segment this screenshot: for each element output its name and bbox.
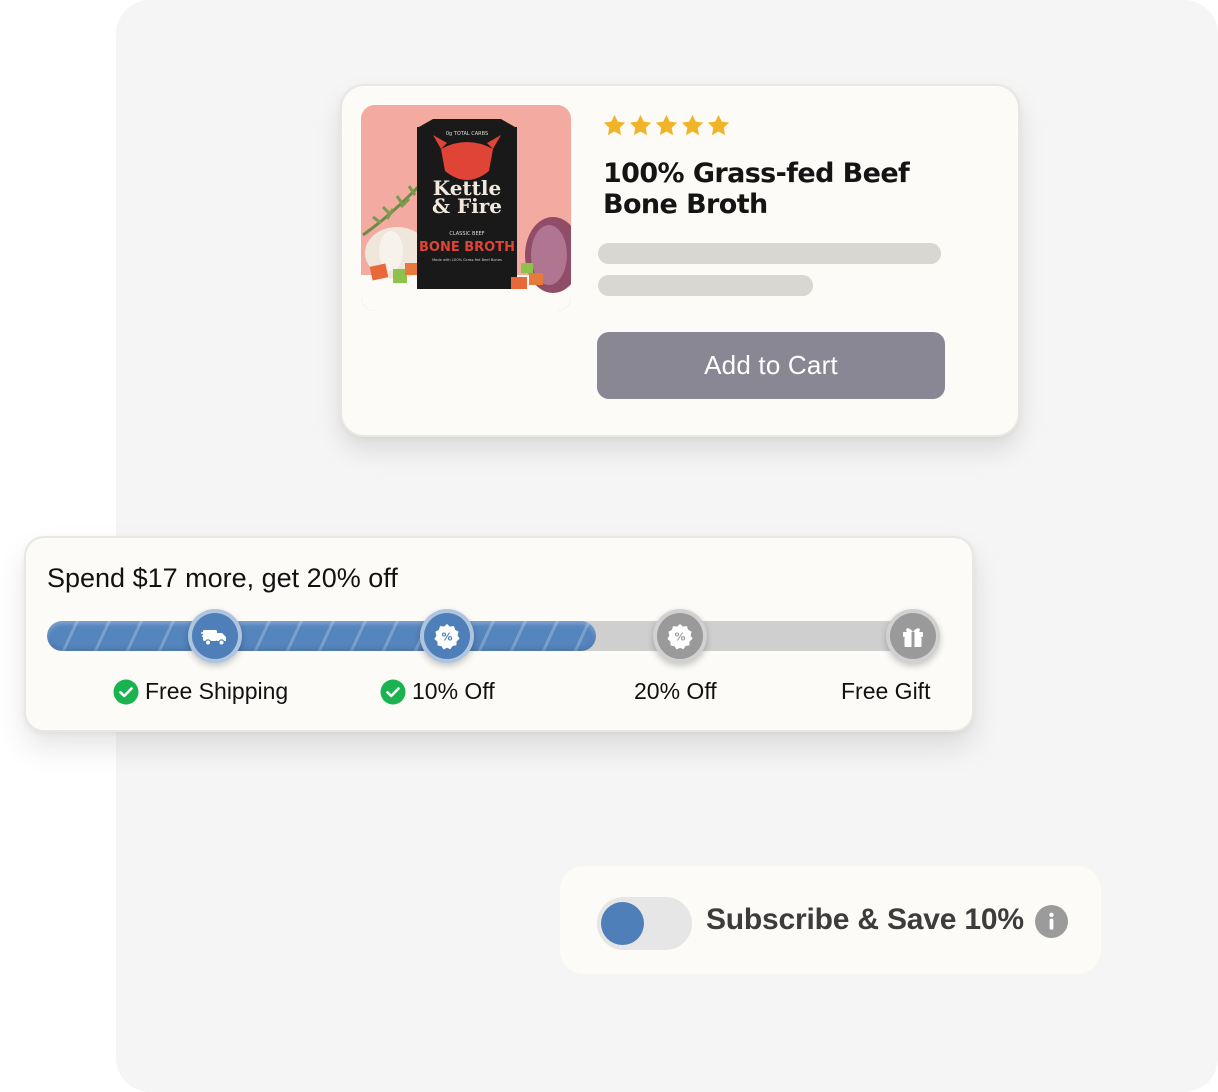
milestone-20-off-node: %: [653, 609, 707, 663]
discount-badge-icon: %: [434, 624, 460, 650]
svg-text:Made with 100% Grass-fed Beef: Made with 100% Grass-fed Beef Bones: [432, 258, 502, 262]
gift-icon: [903, 628, 923, 647]
product-photo-illustration: 0g TOTAL CARBS Kettle & Fire CLASSIC BEE…: [361, 105, 571, 311]
star-icon: [655, 114, 678, 136]
info-icon[interactable]: [1035, 905, 1068, 938]
progress-fill: [47, 621, 597, 651]
milestone-10-off-node: %: [420, 609, 474, 663]
info-glyph: [1049, 912, 1054, 930]
milestone-free-gift-label: Free Gift: [841, 678, 930, 705]
progress-track: [47, 621, 940, 651]
milestone-text: Free Gift: [841, 678, 931, 704]
milestone-free-gift-node: [886, 609, 940, 663]
skeleton-description-line: [598, 275, 813, 296]
star-icon: [629, 114, 652, 136]
subscribe-toggle[interactable]: [597, 897, 692, 950]
product-title[interactable]: 100% Grass-fed Beef Bone Broth: [603, 158, 983, 220]
check-circle-icon: [113, 679, 139, 704]
product-title-line1: 100% Grass-fed Beef: [603, 158, 910, 189]
svg-text:BONE BROTH: BONE BROTH: [419, 240, 515, 255]
svg-text:%: %: [674, 631, 685, 644]
progress-headline: Spend $17 more, get 20% off: [47, 563, 398, 593]
svg-text:0g TOTAL CARBS: 0g TOTAL CARBS: [446, 131, 488, 137]
toggle-knob[interactable]: [601, 902, 644, 945]
star-icon: [681, 114, 704, 136]
svg-text:& Fire: & Fire: [432, 194, 502, 218]
skeleton-description-line: [598, 243, 941, 264]
milestone-free-shipping-label: Free Shipping: [113, 678, 288, 705]
milestone-free-shipping-node: [188, 609, 242, 663]
discount-badge-icon: %: [667, 624, 693, 650]
rewards-progress-card: Spend $17 more, get 20% off % % Free Shi…: [24, 536, 974, 732]
add-to-cart-button[interactable]: Add to Cart: [597, 332, 945, 399]
svg-text:%: %: [441, 631, 452, 644]
star-icon: [603, 114, 626, 136]
product-card: 0g TOTAL CARBS Kettle & Fire CLASSIC BEE…: [340, 84, 1020, 437]
milestone-text: Free Shipping: [145, 678, 289, 704]
truck-icon: [201, 630, 226, 646]
rating-stars: [602, 113, 731, 138]
subscribe-panel: Subscribe & Save 10%: [560, 866, 1101, 974]
milestone-text: 10% Off: [412, 678, 495, 704]
star-icon: [707, 114, 730, 136]
product-title-line2: Bone Broth: [603, 189, 768, 220]
check-circle-icon: [380, 679, 406, 704]
milestone-20-off-label: 20% Off: [634, 678, 717, 705]
milestone-10-off-label: 10% Off: [380, 678, 495, 705]
subscribe-label[interactable]: Subscribe & Save 10%: [706, 903, 1024, 937]
product-image[interactable]: 0g TOTAL CARBS Kettle & Fire CLASSIC BEE…: [361, 105, 571, 311]
milestone-text: 20% Off: [634, 678, 717, 704]
svg-text:CLASSIC BEEF: CLASSIC BEEF: [449, 231, 484, 237]
